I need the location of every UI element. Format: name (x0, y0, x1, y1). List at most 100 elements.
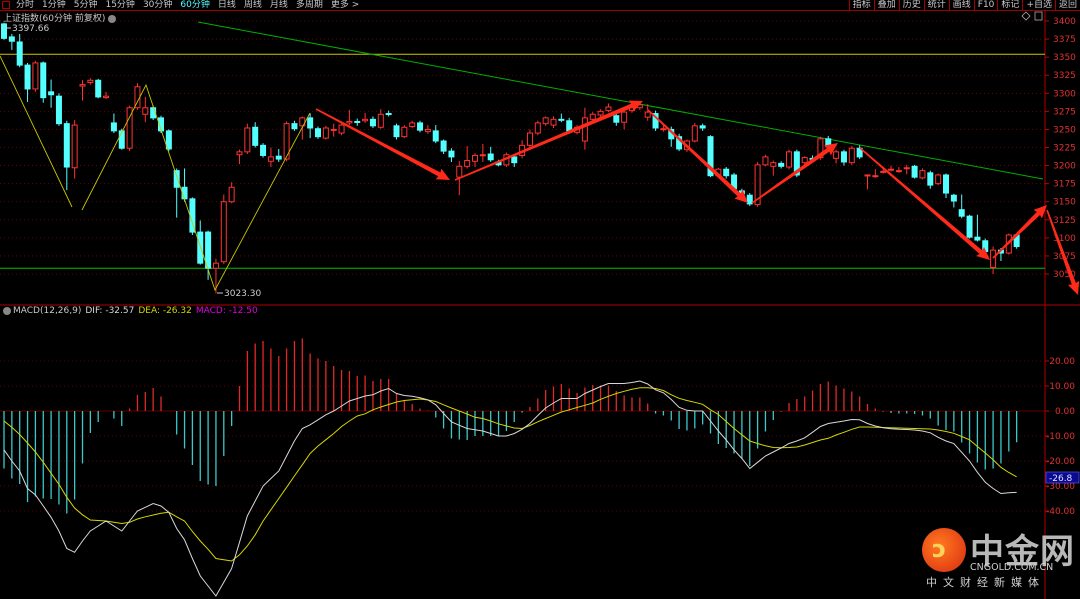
candle (48, 79, 55, 108)
candle-body (260, 144, 267, 156)
candle (8, 34, 15, 50)
candle-body (589, 113, 596, 120)
candle (220, 194, 227, 264)
candle (55, 93, 62, 126)
candle (935, 173, 942, 186)
candle (778, 161, 785, 169)
candle (197, 220, 204, 265)
candle-body (252, 126, 259, 146)
candle (464, 146, 471, 169)
candle-body (220, 201, 227, 263)
candle (943, 173, 949, 199)
candle-body (919, 170, 926, 179)
candle (307, 113, 314, 139)
candle (79, 80, 86, 101)
dea-label: DEA: -26.32 (138, 306, 192, 316)
candle (848, 146, 855, 165)
candle (205, 230, 212, 280)
price-tick-label: 3350 (1053, 53, 1076, 63)
candle-body (1, 23, 7, 39)
candle-body (307, 117, 314, 129)
zigzag-line (81, 83, 311, 292)
logo-swirl-icon: ↄ (932, 535, 947, 563)
candle-body (401, 126, 408, 138)
macd-tick-label: 10.00 (1049, 382, 1075, 392)
candle (448, 148, 455, 162)
candle-body (71, 124, 78, 169)
candle (927, 170, 934, 189)
candle (95, 78, 102, 99)
chart-title: 上证指数(60分钟 前复权) (3, 14, 106, 24)
candle-body (291, 123, 298, 130)
candle-body (315, 128, 321, 138)
candle-body (40, 62, 47, 99)
candle-body (958, 209, 965, 217)
dropdown-icon[interactable] (108, 14, 117, 23)
trend-arrow (647, 109, 748, 203)
candle (558, 113, 565, 123)
macd-header: MACD(12,26,9) DIF: -32.57 DEA: -26.32 MACD:… (3, 306, 262, 316)
candle-body (79, 84, 86, 87)
candle-body (212, 262, 219, 269)
candle (315, 126, 321, 139)
candle (16, 34, 23, 68)
candle (275, 148, 282, 162)
candle (833, 149, 840, 164)
candle-body (95, 79, 102, 98)
macd-tick-label: 0.00 (1055, 407, 1075, 417)
candle-body (424, 128, 431, 133)
candle-body (440, 140, 447, 152)
candle-body (943, 174, 949, 194)
candle (260, 143, 267, 158)
candle (872, 169, 879, 178)
candle-body (487, 153, 494, 161)
candle (87, 78, 94, 85)
diamond-icon[interactable] (1021, 11, 1031, 21)
candle-body (118, 130, 125, 149)
candle-body (330, 128, 337, 131)
candle (354, 118, 361, 126)
candle (362, 112, 369, 123)
candle (966, 214, 973, 239)
settings-icon[interactable] (3, 306, 11, 315)
candle-body (165, 130, 172, 150)
candle (652, 110, 659, 131)
candle (417, 120, 424, 133)
candle (613, 113, 620, 126)
candle (401, 125, 408, 139)
watermark-logo: ↄ 中金网 CNGOLD.COM.CN 中文财经新媒体 (918, 524, 1074, 594)
candle-body (275, 155, 282, 160)
dif-label: DIF: -32.57 (85, 306, 135, 316)
candle (330, 123, 337, 137)
candle (32, 60, 39, 92)
candle (990, 246, 997, 275)
candle-body (927, 172, 934, 186)
candle (621, 109, 628, 130)
candle-body (511, 156, 518, 164)
candle-body (267, 156, 274, 162)
candle (581, 107, 588, 150)
price-tick-label: 3400 (1053, 17, 1076, 27)
candle (126, 105, 133, 152)
candle-body (205, 231, 212, 269)
price-tick-label: 3225 (1053, 144, 1076, 154)
candle-body (605, 106, 612, 112)
candle-body (322, 127, 329, 139)
candle-body (778, 162, 785, 167)
arrow-shape (647, 109, 748, 203)
candle (346, 109, 353, 126)
panel-toggle-icon[interactable] (1034, 11, 1043, 21)
candle-body (479, 154, 486, 157)
candle-body (32, 62, 39, 90)
candle (267, 147, 274, 168)
candle-body (472, 154, 478, 162)
candle-body (432, 130, 439, 142)
candle-body (393, 125, 400, 138)
macd-value-label: MACD: -12.50 (195, 306, 258, 316)
candle (377, 109, 384, 129)
cursor-value-label: -26.8 (1049, 474, 1073, 484)
candle-body (833, 151, 840, 159)
candle-body (880, 170, 887, 173)
trendline (197, 21, 1044, 180)
candle-body (16, 41, 23, 66)
